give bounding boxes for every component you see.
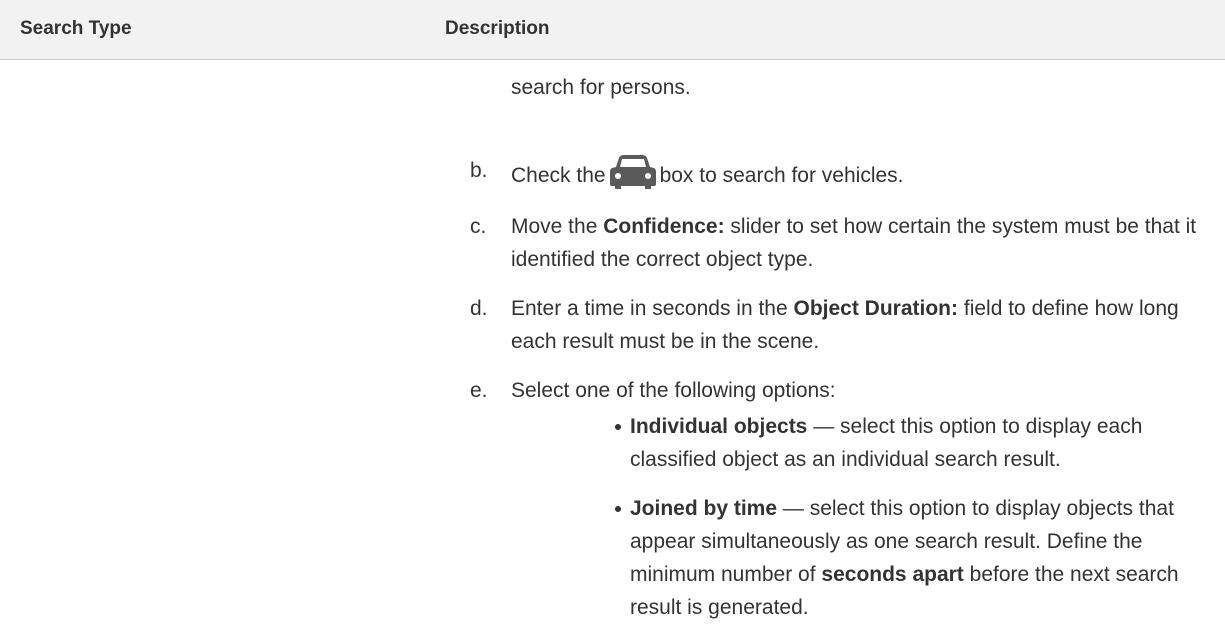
step-b-text-before: Check the [511, 164, 606, 187]
option-text: Joined by time — select this option to d… [630, 492, 1215, 624]
step-text: Check the box to search for vehicles. [511, 154, 1211, 192]
option-title: Individual objects [630, 415, 808, 438]
bullet-icon [615, 506, 621, 512]
step-text: Select one of the following options: [511, 379, 836, 402]
option-title: Joined by time [630, 497, 778, 520]
step-d-pre: Enter a time in seconds in the [511, 297, 788, 320]
step-c-pre: Move the [511, 215, 598, 238]
step-text: Move the Confidence: slider to set how c… [511, 210, 1211, 276]
bullet-icon [615, 424, 621, 430]
car-icon [609, 154, 656, 190]
intro-continuation-text: search for persons. [511, 76, 691, 99]
object-duration-label: Object Duration: [793, 297, 959, 320]
search-type-table: Search Type Description search for perso… [0, 0, 1225, 633]
option-text: Individual objects — select this option … [630, 410, 1215, 476]
step-letter: e. [470, 379, 488, 402]
step-b-text-after: box to search for vehicles. [659, 164, 904, 187]
column-header-description: Description [445, 18, 550, 39]
step-letter: d. [470, 297, 488, 320]
step-letter: c. [470, 215, 487, 238]
table-header-row: Search Type Description [0, 0, 1225, 60]
column-header-search-type: Search Type [20, 18, 132, 39]
seconds-apart-label: seconds apart [821, 563, 964, 586]
confidence-label: Confidence: [603, 215, 725, 238]
step-text: Enter a time in seconds in the Object Du… [511, 292, 1211, 358]
step-letter: b. [470, 159, 488, 182]
